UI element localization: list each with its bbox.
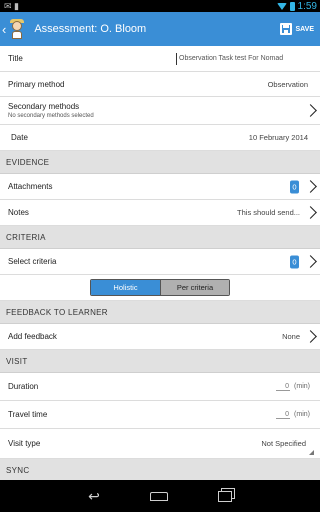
notes-label: Notes [8, 208, 29, 217]
notes-value: This should send... [237, 208, 300, 217]
system-nav-bar: ↩ [0, 480, 320, 512]
chevron-right-icon [304, 330, 316, 344]
chevron-right-icon [304, 104, 316, 118]
chevron-right-icon [304, 180, 316, 194]
recent-apps-icon[interactable] [217, 490, 232, 502]
holistic-toggle-button[interactable]: Holistic [91, 280, 160, 295]
title-label: Title [8, 54, 23, 63]
battery-icon [289, 2, 295, 11]
assessment-form: Title Observation Task test For Nomad Pr… [0, 46, 320, 480]
clock: 1:59 [297, 1, 317, 12]
section-criteria: CRITERIA [0, 226, 320, 249]
chevron-left-icon[interactable]: ‹ [2, 22, 6, 37]
travel-time-input[interactable]: 0 [276, 411, 291, 419]
title-row[interactable]: Title Observation Task test For Nomad [0, 46, 320, 72]
wifi-icon [276, 3, 287, 10]
travel-time-label: Travel time [8, 410, 48, 419]
attachments-count-badge: 0 [290, 180, 299, 193]
add-feedback-label: Add feedback [8, 332, 57, 341]
app-logo-icon[interactable] [8, 19, 26, 39]
visit-type-label: Visit type [8, 439, 41, 448]
secondary-methods-sub: No secondary methods selected [8, 113, 94, 119]
secondary-methods-label: Secondary methods [8, 102, 80, 111]
section-visit: VISIT [0, 350, 320, 373]
primary-method-label: Primary method [8, 79, 65, 89]
criteria-mode-toggle: Holistic Per criteria [90, 279, 230, 296]
travel-time-unit: (min) [294, 411, 310, 418]
feedback-value: None [282, 332, 300, 341]
visit-type-select[interactable]: Not Specified [261, 439, 306, 448]
title-input[interactable]: Observation Task test For Nomad [176, 52, 314, 65]
select-criteria-row[interactable]: Select criteria 0 [0, 249, 320, 275]
criteria-mode-toggle-row: Holistic Per criteria [0, 275, 320, 301]
attachments-label: Attachments [8, 182, 53, 191]
status-bar: ✉ ▮ 1:59 [0, 0, 320, 12]
notes-row[interactable]: Notes This should send... [0, 200, 320, 226]
dropdown-indicator-icon [309, 450, 314, 455]
visit-type-row[interactable]: Visit type Not Specified [0, 429, 320, 459]
save-label: SAVE [295, 25, 314, 33]
primary-method-row[interactable]: Primary method Observation [0, 72, 320, 97]
save-icon [280, 23, 293, 35]
primary-method-value: Observation [267, 79, 308, 89]
travel-time-row: Travel time 0 (min) [0, 401, 320, 429]
add-feedback-row[interactable]: Add feedback None [0, 324, 320, 350]
date-row[interactable]: Date 10 February 2014 [0, 125, 320, 151]
home-icon[interactable] [149, 491, 168, 501]
duration-input[interactable]: 0 [276, 383, 291, 391]
action-bar: ‹ Assessment: O. Bloom SAVE [0, 12, 320, 46]
duration-unit: (min) [294, 383, 310, 390]
section-sync: SYNC [0, 459, 320, 480]
duration-label: Duration [8, 382, 39, 391]
date-value: 10 February 2014 [248, 133, 308, 142]
section-evidence: EVIDENCE [0, 151, 320, 174]
criteria-count-badge: 0 [290, 255, 299, 268]
save-button[interactable]: SAVE [280, 23, 314, 35]
notification-icons: ✉ ▮ [4, 1, 19, 11]
back-icon[interactable]: ↩ [88, 488, 100, 505]
per-criteria-toggle-button[interactable]: Per criteria [160, 280, 229, 295]
date-label: Date [11, 133, 28, 142]
duration-row: Duration 0 (min) [0, 373, 320, 401]
secondary-methods-row[interactable]: Secondary methods No secondary methods s… [0, 97, 320, 125]
page-title: Assessment: O. Bloom [34, 23, 147, 35]
select-criteria-label: Select criteria [8, 257, 57, 266]
attachments-row[interactable]: Attachments 0 [0, 174, 320, 200]
section-feedback: FEEDBACK TO LEARNER [0, 301, 320, 324]
chevron-right-icon [304, 255, 316, 269]
chevron-right-icon [304, 206, 316, 220]
